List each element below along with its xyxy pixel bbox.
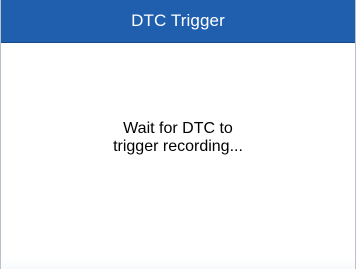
footer-fade bbox=[1, 257, 355, 269]
status-message: Wait for DTC to trigger recording... bbox=[1, 120, 355, 156]
title-bar: DTC Trigger bbox=[1, 0, 355, 43]
content-area: Wait for DTC to trigger recording... bbox=[1, 43, 355, 269]
window-title: DTC Trigger bbox=[131, 11, 225, 30]
status-message-line-1: Wait for DTC to bbox=[123, 120, 233, 137]
dtc-trigger-screen: DTC Trigger Wait for DTC to trigger reco… bbox=[0, 0, 356, 269]
status-message-line-2: trigger recording... bbox=[113, 138, 243, 155]
